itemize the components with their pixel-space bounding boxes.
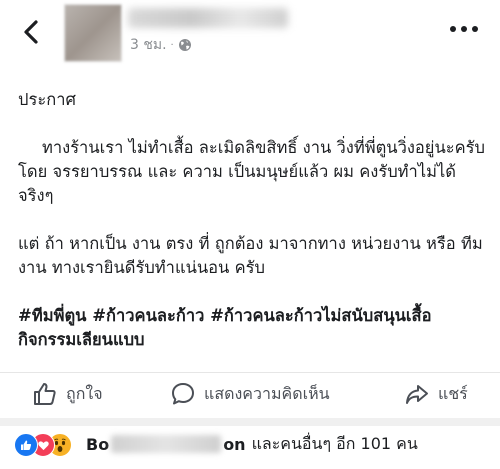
post-screen: 3 ชม. · ประกาศ ทางร้านเรา ไม่ทำเสื้อ ละเ… (0, 0, 500, 469)
post-title: ประกาศ (18, 90, 76, 109)
reactor-name-redacted (111, 435, 222, 453)
meta-separator: · (170, 39, 174, 51)
like-reaction-icon (14, 433, 38, 457)
more-dot (450, 26, 456, 32)
reaction-icons (14, 432, 82, 457)
post-paragraph-1: ทางร้านเรา ไม่ทำเสื้อ ละเมิดลิขสิทธิ์ งา… (18, 138, 485, 205)
like-label: ถูกใจ (66, 383, 103, 403)
comment-button[interactable]: แสดงความคิดเห็น (170, 378, 330, 410)
reactions-summary[interactable]: Bo on และคนอื่นๆ อีก 101 คน (14, 431, 418, 457)
more-options-button[interactable] (450, 26, 478, 32)
globe-icon (178, 39, 191, 51)
share-arrow-icon (406, 385, 428, 404)
post-body: ประกาศ ทางร้านเรา ไม่ทำเสื้อ ละเมิดลิขสิ… (18, 88, 488, 352)
share-label: แชร์ (438, 383, 468, 403)
post-paragraph-2: แต่ ถ้า หากเป็น งาน ตรง ที่ ถูกต้อง มาจา… (18, 234, 483, 277)
post-meta: 3 ชม. · (130, 34, 192, 56)
more-dot (461, 26, 467, 32)
more-dot (472, 26, 478, 32)
back-button[interactable] (18, 18, 46, 46)
reactor-name-start: Bo (86, 434, 110, 454)
section-separator (0, 418, 500, 426)
comment-bubble-icon (172, 383, 194, 405)
comment-label: แสดงความคิดเห็น (204, 383, 330, 403)
chevron-left-icon (24, 20, 38, 44)
post-actions-bar: ถูกใจ แสดงความคิดเห็น แชร์ (0, 373, 500, 417)
thumbs-up-icon (34, 383, 56, 405)
avatar[interactable] (64, 4, 122, 62)
reactions-others-text: และคนอื่นๆ อีก 101 คน (251, 433, 418, 453)
post-time[interactable]: 3 ชม. (130, 34, 167, 56)
post-hashtags[interactable]: #ทีมพี่ตูน #ก้าวคนละก้าว #ก้าวคนละก้าวไม… (18, 304, 488, 352)
share-button[interactable]: แชร์ (404, 378, 468, 410)
reactor-name-end: on (223, 434, 246, 454)
author-name-redacted[interactable] (128, 8, 288, 28)
like-button[interactable]: ถูกใจ (32, 378, 103, 410)
post-header: 3 ชม. · (0, 0, 500, 68)
